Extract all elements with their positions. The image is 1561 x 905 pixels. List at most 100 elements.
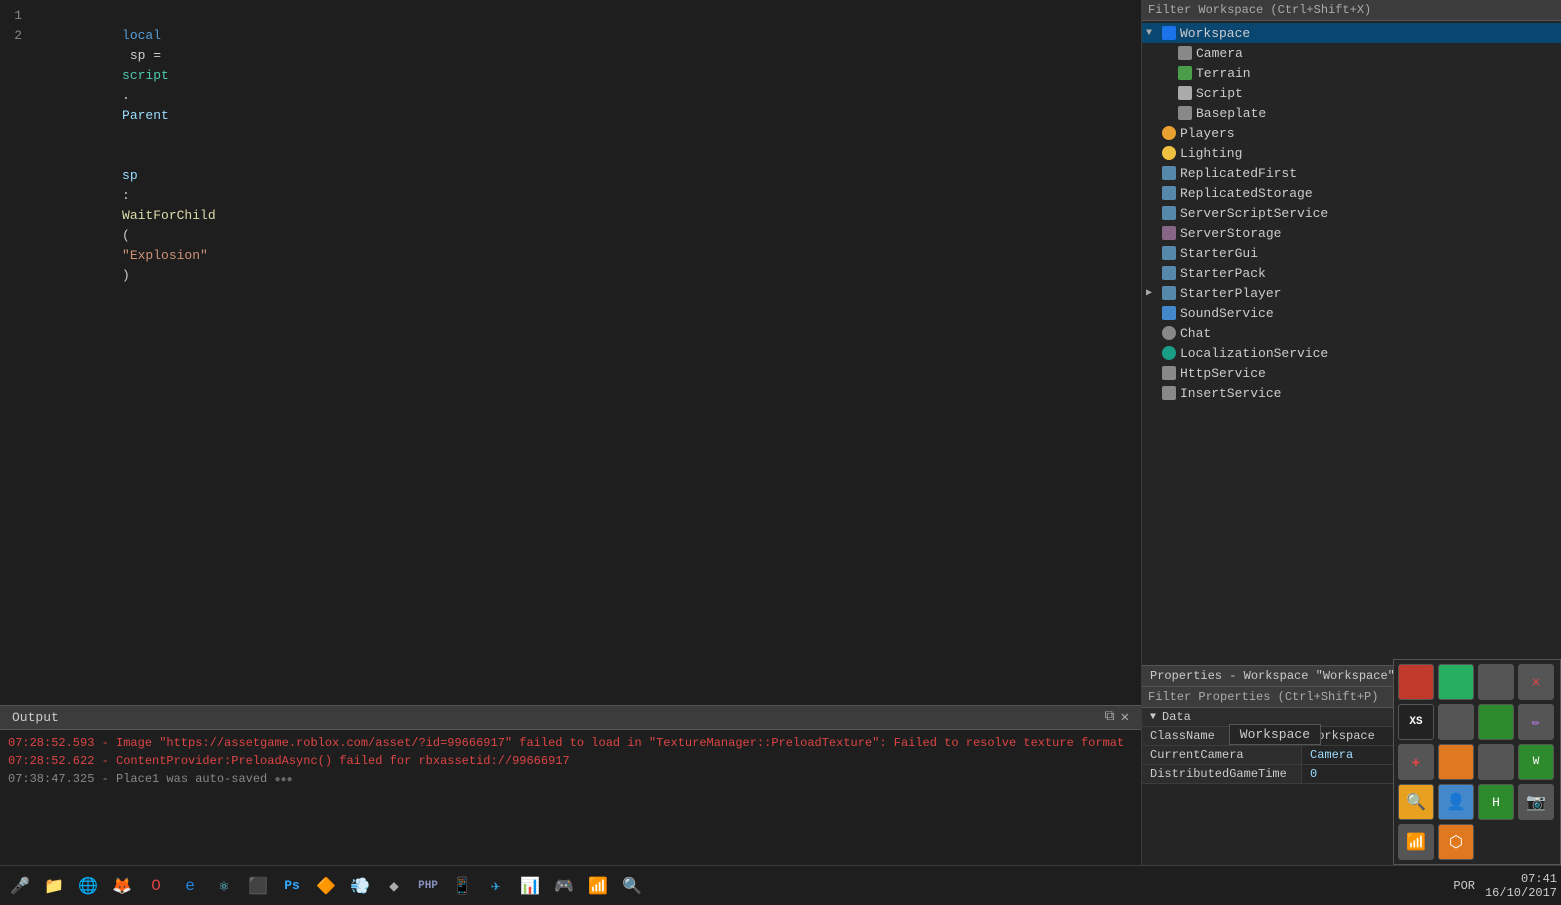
tree-item-starterpack[interactable]: StarterPack [1142, 263, 1561, 283]
code-sp: sp [122, 168, 138, 183]
keyword-script: script [122, 68, 169, 83]
tree-item-serverscriptservice[interactable]: ServerScriptService [1142, 203, 1561, 223]
toolbox-btn-15[interactable]: H [1478, 784, 1514, 820]
localizationservice-icon [1162, 346, 1176, 360]
tree-item-replicatedfirst[interactable]: ReplicatedFirst [1142, 163, 1561, 183]
toolbox-btn-8[interactable]: ✏ [1518, 704, 1554, 740]
tree-item-chat[interactable]: Chat [1142, 323, 1561, 343]
baseplate-icon [1178, 106, 1192, 120]
taskbar-icon-blender[interactable]: 🔶 [310, 870, 342, 902]
taskbar-icon-atom[interactable]: ⚛ [208, 870, 240, 902]
output-header: Output ⧉ ✕ [0, 706, 1141, 730]
taskbar-icon-opera[interactable]: O [140, 870, 172, 902]
taskbar-icon-ie[interactable]: e [174, 870, 206, 902]
restore-icon[interactable]: ⧉ [1105, 709, 1115, 726]
output-line-1: 07:28:52.593 - Image "https://assetgame.… [8, 734, 1133, 752]
starterpack-icon [1162, 266, 1176, 280]
toolbox-btn-14[interactable]: 👤 [1438, 784, 1474, 820]
baseplate-label: Baseplate [1196, 106, 1266, 121]
close-icon[interactable]: ✕ [1121, 709, 1129, 726]
taskbar-time: 07:41 16/10/2017 [1485, 872, 1557, 900]
toolbox-btn-7[interactable] [1478, 704, 1514, 740]
distributedgametime-label: DistributedGameTime [1142, 765, 1302, 783]
output-content: 07:28:52.593 - Image "https://assetgame.… [0, 730, 1141, 865]
localizationservice-label: LocalizationService [1180, 346, 1328, 361]
camera-label: Camera [1196, 46, 1243, 61]
toolbox-btn-6[interactable] [1438, 704, 1474, 740]
code-line-2: sp : WaitForChild ( "Explosion" ) [44, 146, 1141, 306]
taskbar-icon-steam[interactable]: 💨 [344, 870, 376, 902]
starterplayer-label: StarterPlayer [1180, 286, 1281, 301]
taskbar-icon-chrome[interactable]: 🌐 [72, 870, 104, 902]
tree-item-lighting[interactable]: Lighting [1142, 143, 1561, 163]
chat-icon [1162, 326, 1176, 340]
toolbox-btn-18[interactable]: ⬡ [1438, 824, 1474, 860]
code-paren-open: ( [122, 228, 130, 243]
taskbar-icon-unity[interactable]: ◆ [378, 870, 410, 902]
toolbox-btn-5[interactable]: XS [1398, 704, 1434, 740]
players-icon [1162, 126, 1176, 140]
tree-item-insertservice[interactable]: InsertService [1142, 383, 1561, 403]
toolbox-btn-9[interactable]: ✚ [1398, 744, 1434, 780]
taskbar-icon-firefox[interactable]: 🦊 [106, 870, 138, 902]
code-text: sp = [122, 48, 169, 63]
terrain-icon [1178, 66, 1192, 80]
code-paren-close: ) [122, 268, 130, 283]
starterplayer-icon [1162, 286, 1176, 300]
tree-item-baseplate[interactable]: Baseplate [1142, 103, 1561, 123]
time-display: 07:41 [1485, 872, 1557, 886]
tree-item-startergui[interactable]: StarterGui [1142, 243, 1561, 263]
code-string: "Explosion" [122, 248, 208, 263]
main-area: 1 2 local sp = script . Parent sp : Wait… [0, 0, 1561, 865]
taskbar-icon-whatsapp[interactable]: 📱 [446, 870, 478, 902]
taskbar-icon-php[interactable]: PHP [412, 870, 444, 902]
tree-item-localizationservice[interactable]: LocalizationService [1142, 343, 1561, 363]
taskbar-icon-ps[interactable]: Ps [276, 870, 308, 902]
tree-item-serverstorage[interactable]: ServerStorage [1142, 223, 1561, 243]
script-icon [1178, 86, 1192, 100]
explorer-filter[interactable]: Filter Workspace (Ctrl+Shift+X) [1142, 0, 1561, 21]
startergui-label: StarterGui [1180, 246, 1258, 261]
code-dot: . [122, 88, 130, 103]
players-label: Players [1180, 126, 1235, 141]
toolbox-btn-16[interactable]: 📷 [1518, 784, 1554, 820]
taskbar-icon-telegram[interactable]: ✈ [480, 870, 512, 902]
toolbox-btn-3[interactable] [1478, 664, 1514, 700]
toolbox-btn-10[interactable] [1438, 744, 1474, 780]
toolbox-btn-12[interactable]: W [1518, 744, 1554, 780]
explorer-tree[interactable]: ▼ Workspace Camera Terrain [1142, 21, 1561, 665]
taskbar-icon-roblox[interactable]: 🎮 [548, 870, 580, 902]
workspace-icon [1162, 26, 1176, 40]
taskbar-icon-mic[interactable]: 🎤 [4, 870, 36, 902]
tree-item-starterplayer[interactable]: ▶ StarterPlayer [1142, 283, 1561, 303]
toolbox-btn-4[interactable]: ✕ [1518, 664, 1554, 700]
tree-item-camera[interactable]: Camera [1142, 43, 1561, 63]
taskbar-icon-taskmgr[interactable]: 📊 [514, 870, 546, 902]
code-lines[interactable]: local sp = script . Parent sp : WaitForC… [36, 4, 1141, 701]
tree-item-players[interactable]: Players [1142, 123, 1561, 143]
httpservice-icon [1162, 366, 1176, 380]
workspace-label: Workspace [1180, 26, 1250, 41]
tree-item-httpservice[interactable]: HttpService [1142, 363, 1561, 383]
tree-item-soundservice[interactable]: SoundService [1142, 303, 1561, 323]
toolbox-btn-17[interactable]: 📶 [1398, 824, 1434, 860]
taskbar-icon-terminal[interactable]: ⬛ [242, 870, 274, 902]
taskbar-icon-network[interactable]: 📶 [582, 870, 614, 902]
serverscriptservice-label: ServerScriptService [1180, 206, 1328, 221]
tree-item-workspace[interactable]: ▼ Workspace [1142, 23, 1561, 43]
tree-item-script[interactable]: Script [1142, 83, 1561, 103]
tree-item-replicatedstorage[interactable]: ReplicatedStorage [1142, 183, 1561, 203]
tree-item-terrain[interactable]: Terrain [1142, 63, 1561, 83]
taskbar-icon-files[interactable]: 📁 [38, 870, 70, 902]
starterpack-label: StarterPack [1180, 266, 1266, 281]
camera-icon [1178, 46, 1192, 60]
toolbox-btn-11[interactable] [1478, 744, 1514, 780]
toolbox-btn-2[interactable] [1438, 664, 1474, 700]
code-colon: : [122, 188, 130, 203]
expand-arrow-starterplayer: ▶ [1146, 287, 1162, 299]
filter-label: Filter Workspace (Ctrl+Shift+X) [1148, 3, 1371, 17]
toolbox-btn-1[interactable] [1398, 664, 1434, 700]
taskbar-icon-search[interactable]: 🔍 [616, 870, 648, 902]
toolbox-grid: ✕ XS ✏ ✚ W 🔍 👤 H 📷 📶 ⬡ [1393, 659, 1561, 865]
toolbox-btn-13[interactable]: 🔍 [1398, 784, 1434, 820]
